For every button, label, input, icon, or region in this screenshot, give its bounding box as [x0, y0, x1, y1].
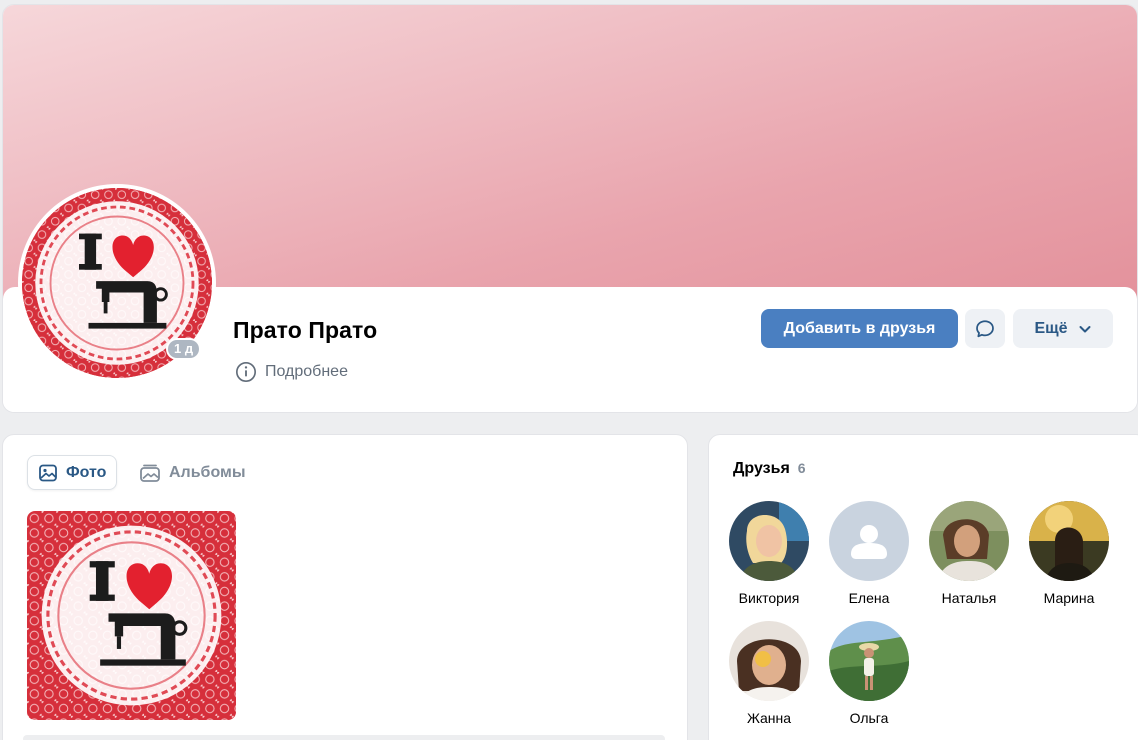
friend-avatar-placeholder	[829, 501, 909, 581]
photos-footer-bar	[23, 735, 665, 740]
user-placeholder-icon	[829, 501, 909, 581]
more-label: Ещё	[1034, 319, 1068, 337]
friend-avatar	[729, 501, 809, 581]
friend-name: Виктория	[738, 590, 800, 606]
message-icon	[976, 319, 994, 337]
more-info-link[interactable]: Подробнее	[235, 361, 348, 383]
friend-item[interactable]: Ольга	[819, 621, 919, 726]
photo-thumbnail[interactable]	[27, 511, 236, 720]
more-info-label: Подробнее	[265, 363, 348, 380]
photo-logo-image	[27, 511, 236, 720]
last-seen-badge: 1 д	[166, 338, 202, 360]
friend-name: Наталья	[941, 590, 997, 606]
friend-avatar	[729, 621, 809, 701]
friend-avatar	[929, 501, 1009, 581]
friends-title: Друзья	[733, 460, 790, 477]
friend-avatar	[1029, 501, 1109, 581]
info-icon	[236, 362, 256, 382]
friends-header[interactable]: Друзья 6	[733, 460, 806, 478]
friend-item[interactable]: Наталья	[919, 501, 1019, 606]
albums-icon	[140, 464, 160, 482]
tab-albums[interactable]: Альбомы	[129, 455, 256, 490]
tab-albums-label: Альбомы	[169, 463, 246, 481]
friend-name: Ольга	[849, 710, 889, 726]
friend-name: Жанна	[746, 710, 792, 726]
friend-item[interactable]: Елена	[819, 501, 919, 606]
friend-item[interactable]: Марина	[1019, 501, 1119, 606]
profile-name: Прато Прато	[233, 317, 378, 343]
photo-icon	[39, 464, 57, 481]
friend-item[interactable]: Жанна	[719, 621, 819, 726]
friend-name: Марина	[1043, 590, 1095, 606]
friend-avatar	[829, 621, 909, 701]
friend-name: Елена	[848, 590, 890, 606]
more-dropdown-button[interactable]: Ещё	[1013, 309, 1113, 348]
friend-item[interactable]: Виктория	[719, 501, 819, 606]
chevron-down-icon	[1079, 325, 1091, 332]
add-friend-button[interactable]: Добавить в друзья	[761, 309, 958, 348]
friends-card: Друзья 6 Виктория Елена Наталья Марина Ж…	[708, 434, 1138, 740]
tab-photos-label: Фото	[66, 463, 107, 481]
tab-photos[interactable]: Фото	[27, 455, 118, 490]
message-button[interactable]	[965, 309, 1005, 348]
last-seen-label: 1 д	[168, 340, 200, 358]
friends-count: 6	[797, 460, 806, 476]
photos-card: Фото Альбомы	[2, 434, 688, 740]
